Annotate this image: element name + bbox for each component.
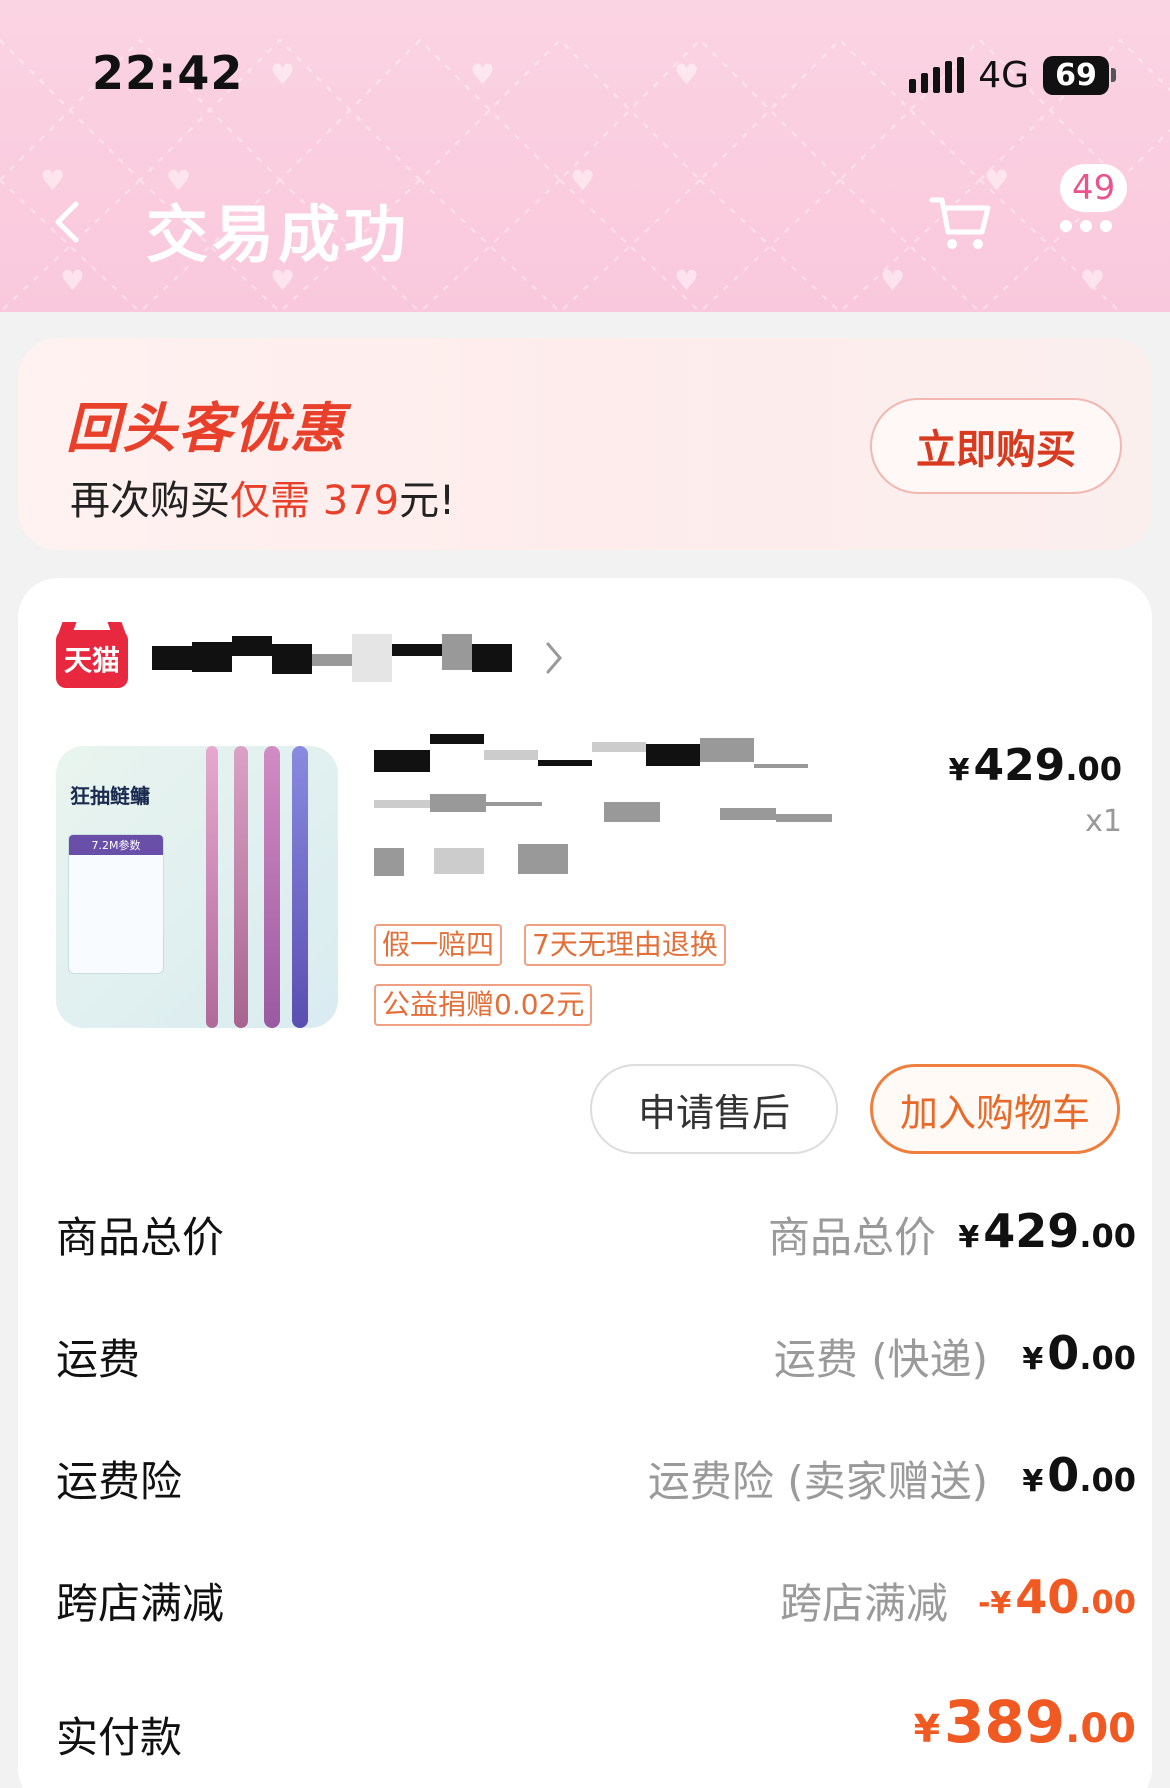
fake-compensation-tag: 假一赔四: [374, 924, 503, 966]
returning-customer-promo: 回头客优惠 再次购买仅需 379元! 立即购买: [18, 338, 1152, 550]
tmall-logo: 天猫: [56, 630, 128, 688]
store-name-redacted[interactable]: [152, 634, 532, 686]
summary-row-cross-store-discount: 跨店满减 跨店满减 -¥40.00: [56, 1570, 1136, 1630]
summary-amount: ¥0.00: [1022, 1448, 1136, 1502]
svg-text:♥: ♥: [1080, 264, 1105, 297]
promo-description: 再次购买仅需 379元!: [70, 468, 455, 526]
promo-title: 回头客优惠: [66, 397, 346, 460]
product-price-currency: ¥: [948, 753, 970, 788]
svg-text:♥: ♥: [40, 164, 65, 197]
summary-sub-label: 跨店满减: [779, 1579, 948, 1628]
network-type: 4G: [978, 54, 1029, 96]
status-indicators: 4G 69: [909, 52, 1116, 98]
seven-day-return-tag: 7天无理由退换: [524, 924, 726, 966]
summary-amount: -¥40.00: [977, 1570, 1136, 1624]
status-time: 22:42: [92, 46, 244, 100]
svg-text:♥: ♥: [470, 58, 495, 91]
promo-desc-prefix: 再次购买: [70, 478, 230, 524]
cart-icon[interactable]: [928, 190, 992, 252]
charity-donation-tag: 公益捐赠0.02元: [374, 984, 593, 1026]
summary-sub-label: 商品总价: [767, 1213, 936, 1262]
summary-amount: ¥0.00: [1022, 1326, 1136, 1380]
after-sale-button[interactable]: 申请售后: [590, 1064, 838, 1154]
battery-icon: 69: [1043, 55, 1116, 95]
svg-text:♥: ♥: [880, 264, 905, 297]
header: ♥ ♥ ♥ ♥ ♥ ♥ ♥ ♥ ♥ ♥ ♥ ♥ 22:42 4G 69 交易成功: [0, 0, 1170, 312]
buy-now-button[interactable]: 立即购买: [870, 398, 1122, 494]
product-name-redacted[interactable]: [374, 728, 854, 898]
add-to-cart-button[interactable]: 加入购物车: [870, 1064, 1120, 1154]
summary-row-goods-total: 商品总价 商品总价 ¥429.00: [56, 1204, 1136, 1264]
more-menu-button[interactable]: 49: [1052, 164, 1138, 244]
svg-text:♥: ♥: [674, 58, 699, 91]
summary-label: 运费险: [56, 1457, 183, 1506]
summary-sub-label: 运费险 (卖家赠送): [647, 1457, 988, 1506]
page-title: 交易成功: [146, 198, 411, 271]
signal-icon: [909, 57, 965, 93]
svg-text:♥: ♥: [674, 264, 699, 297]
summary-row-amount-paid: 实付款 ¥389.00: [56, 1688, 1136, 1774]
product-image-spec-label: 7.2M参数: [69, 835, 163, 855]
order-card: 天猫 狂抽鲢鳙 7.2M参数 ¥429.00 x1 假一赔四 7天无理由退换 公…: [18, 578, 1152, 1788]
product-price-cents: .00: [1065, 750, 1122, 788]
summary-label: 跨店满减: [56, 1579, 225, 1628]
total-label: 实付款: [56, 1713, 183, 1762]
message-count-badge: 49: [1060, 164, 1128, 212]
product-price-integer: 429: [973, 740, 1066, 791]
total-amount: ¥389.00: [913, 1688, 1136, 1756]
summary-amount: ¥429.00: [958, 1204, 1136, 1258]
summary-row-shipping-insurance: 运费险 运费险 (卖家赠送) ¥0.00: [56, 1448, 1136, 1508]
battery-level: 69: [1043, 55, 1109, 95]
svg-text:♥: ♥: [570, 164, 595, 197]
more-dots-icon: [1060, 220, 1112, 232]
product-image[interactable]: 狂抽鲢鳙 7.2M参数: [56, 746, 338, 1028]
promo-desc-suffix: 元!: [399, 478, 456, 524]
svg-text:♥: ♥: [60, 264, 85, 297]
product-price: ¥429.00: [949, 740, 1122, 791]
summary-sub-label: 运费 (快递): [773, 1335, 988, 1384]
product-image-spec-panel: 7.2M参数: [68, 834, 164, 974]
product-image-title: 狂抽鲢鳙: [70, 784, 150, 808]
promo-desc-price: 仅需 379: [230, 478, 400, 524]
chevron-right-icon[interactable]: [542, 638, 566, 678]
svg-text:♥: ♥: [270, 58, 295, 91]
summary-row-shipping: 运费 运费 (快递) ¥0.00: [56, 1326, 1136, 1386]
product-quantity: x1: [1085, 804, 1122, 839]
back-arrow-icon[interactable]: [48, 200, 88, 244]
summary-label: 商品总价: [56, 1213, 225, 1262]
summary-label: 运费: [56, 1335, 141, 1384]
